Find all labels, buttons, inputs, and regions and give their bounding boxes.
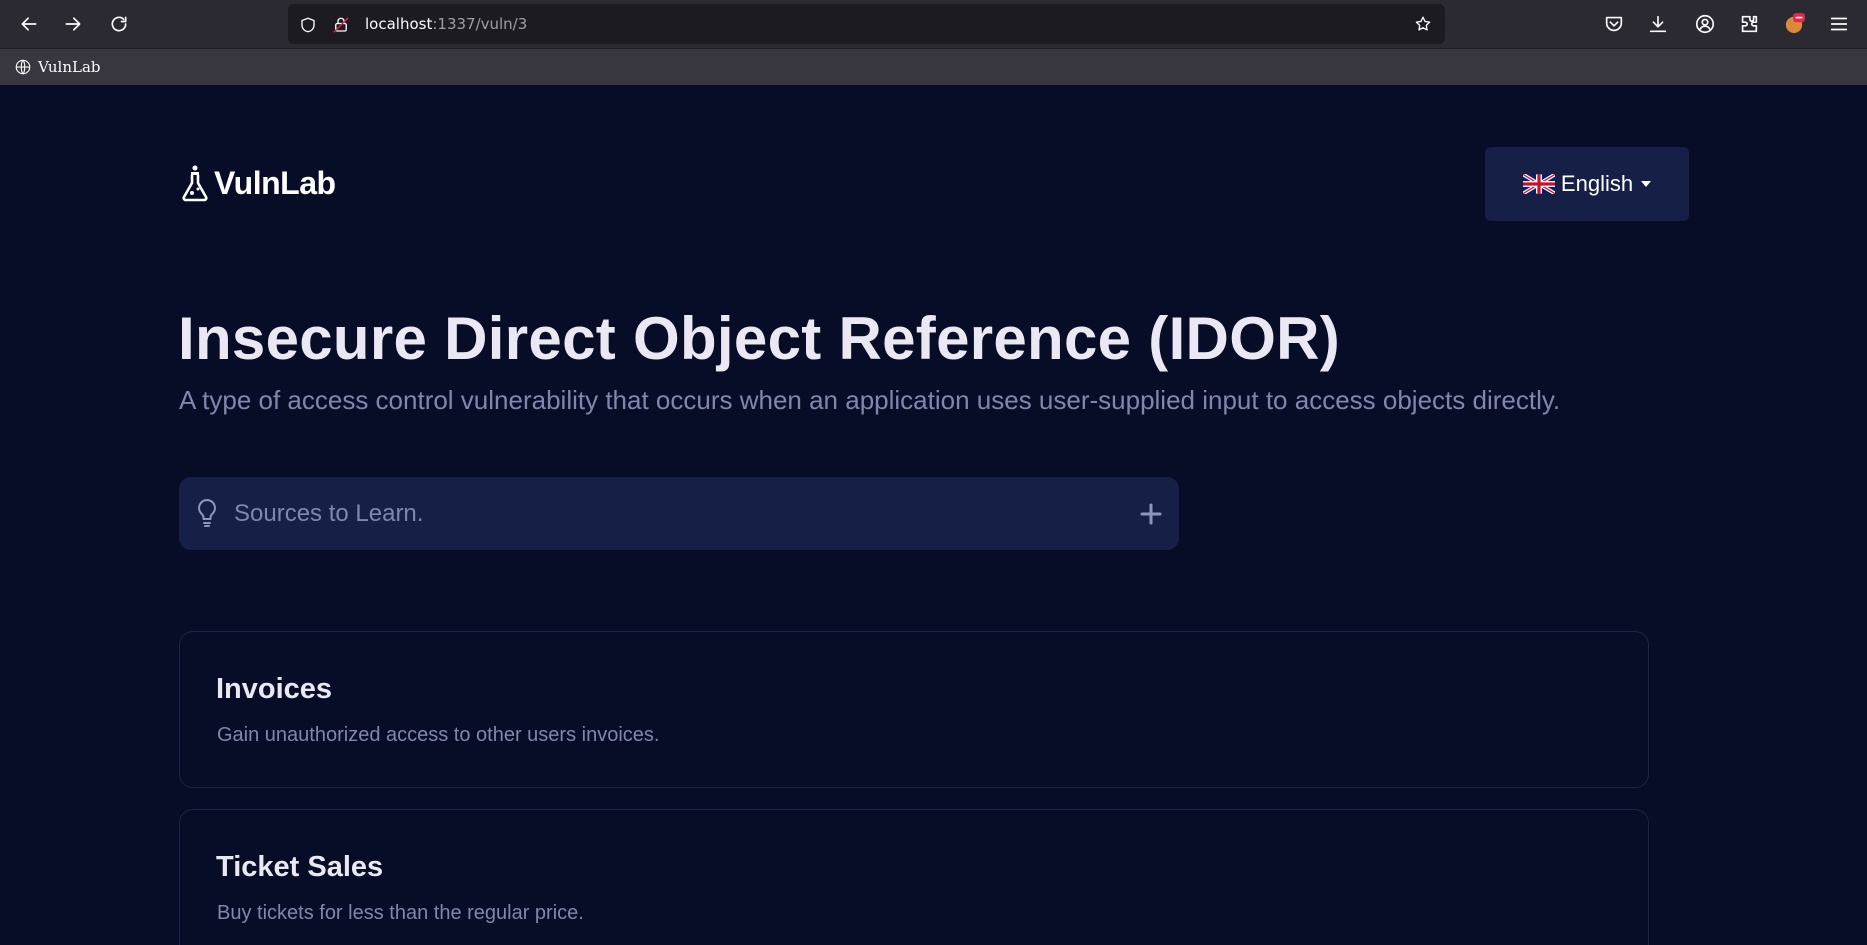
back-button[interactable] [15,10,43,38]
arrow-left-icon [21,17,37,31]
language-dropdown[interactable]: English [1485,147,1689,221]
language-label: English [1560,171,1634,196]
download-icon[interactable] [1647,13,1669,35]
bookmarks-bar [0,48,1867,85]
extension-badge-icon[interactable] [1783,13,1805,35]
plus-icon[interactable] [1139,502,1163,526]
logo[interactable]: VulnLab [180,164,336,202]
address-bar[interactable]: localhost:1337/vuln/3 [288,4,1445,44]
extensions-icon[interactable] [1738,13,1760,35]
sources-label: Sources to Learn. [234,500,424,527]
uk-flag-icon [1522,174,1555,194]
bookmark-star-icon[interactable] [1414,15,1432,33]
shield-icon[interactable] [299,16,317,34]
lightbulb-icon [195,498,219,528]
menu-icon[interactable] [1828,13,1850,35]
insecure-lock-icon[interactable] [332,16,350,34]
card-description: Buy tickets for less than the regular pr… [217,902,584,924]
globe-icon [15,59,31,75]
card-description: Gain unauthorized access to other users … [217,724,660,746]
logo-text: VulnLab [214,164,336,201]
page-title: Insecure Direct Object Reference (IDOR) [178,305,1341,372]
lab-card-invoices[interactable]: Invoices Gain unauthorized access to oth… [179,631,1649,788]
card-title: Ticket Sales [216,851,384,883]
arrow-right-icon [65,17,81,31]
url-text: localhost:1337/vuln/3 [365,15,528,33]
reload-icon [111,16,127,32]
account-icon[interactable] [1694,13,1716,35]
lab-card-ticket-sales[interactable]: Ticket Sales Buy tickets for less than t… [179,809,1649,945]
bookmark-vulnlab[interactable]: VulnLab [14,56,101,78]
flask-logo-icon [182,165,208,202]
sources-accordion[interactable]: Sources to Learn. [179,477,1179,550]
chevron-down-icon [1641,181,1652,187]
reload-button[interactable] [105,10,133,38]
page-subtitle: A type of access control vulnerability t… [179,385,1561,415]
forward-button[interactable] [59,10,87,38]
pocket-icon[interactable] [1603,13,1625,35]
card-title: Invoices [216,673,333,705]
bookmark-label: VulnLab [38,58,101,76]
